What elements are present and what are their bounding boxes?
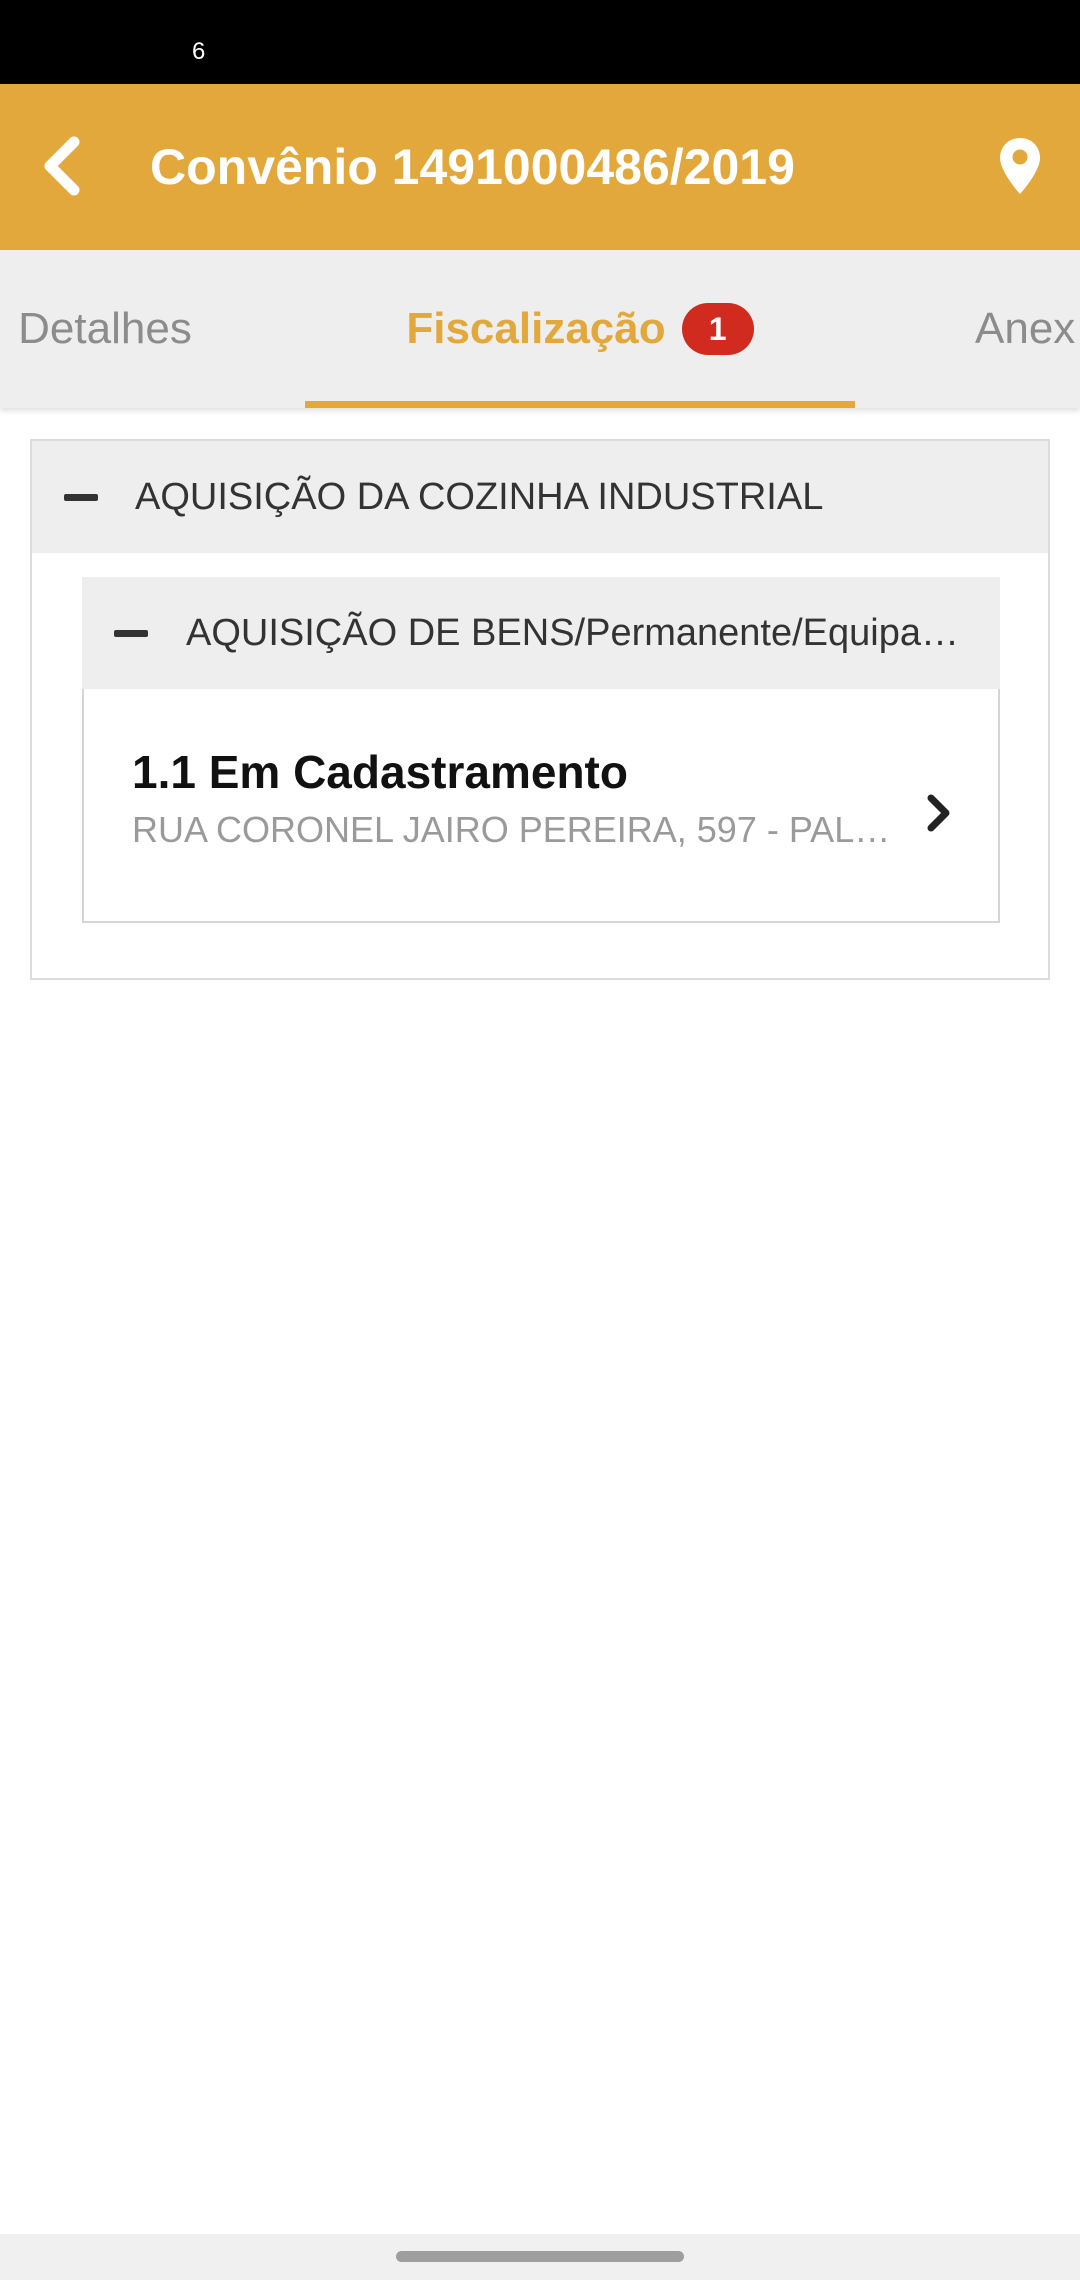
notification-badge: 1 (681, 303, 754, 355)
location-button[interactable] (978, 124, 1062, 208)
list-item[interactable]: 1.1 Em Cadastramento RUA CORONEL JAIRO P… (84, 689, 998, 921)
collapse-icon (114, 630, 148, 637)
group-card: AQUISIÇÃO DA COZINHA INDUSTRIAL AQUISIÇÃ… (30, 439, 1050, 980)
chevron-left-icon (44, 136, 80, 196)
back-button[interactable] (20, 124, 104, 208)
app-bar: Convênio 1491000486/2019 (0, 84, 1080, 250)
status-bar-text: 6 (192, 38, 206, 65)
tab-indicator (305, 401, 855, 408)
subgroup-label: AQUISIÇÃO DE BENS/Permanente/Equipamento… (186, 612, 966, 654)
item-title: 1.1 Em Cadastramento (132, 746, 628, 798)
chevron-right-icon (918, 789, 958, 837)
subgroup-header[interactable]: AQUISIÇÃO DE BENS/Permanente/Equipamento… (82, 577, 1000, 689)
group-header[interactable]: AQUISIÇÃO DA COZINHA INDUSTRIAL (32, 441, 1048, 553)
subgroup-card: AQUISIÇÃO DE BENS/Permanente/Equipamento… (82, 577, 1000, 923)
tab-detalhes[interactable]: Detalhes (0, 250, 220, 408)
tab-detalhes-label: Detalhes (18, 304, 192, 353)
item-address: RUA CORONEL JAIRO PEREIRA, 597 - PALMAS (132, 809, 912, 850)
tab-fiscalizacao-label: Fiscalização (406, 304, 666, 353)
tab-bar: Detalhes Fiscalização 1 Anex (0, 250, 1080, 408)
page-title: Convênio 1491000486/2019 (150, 139, 795, 195)
collapse-icon (64, 493, 98, 501)
home-indicator[interactable] (396, 2251, 684, 2262)
status-bar: 6 (0, 0, 1080, 84)
tab-anexos-label: Anex (975, 304, 1076, 353)
tab-anexos[interactable]: Anex (975, 250, 1080, 408)
tab-fiscalizacao[interactable]: Fiscalização 1 (305, 250, 855, 408)
group-label: AQUISIÇÃO DA COZINHA INDUSTRIAL (135, 475, 824, 518)
map-pin-icon (1000, 138, 1040, 194)
